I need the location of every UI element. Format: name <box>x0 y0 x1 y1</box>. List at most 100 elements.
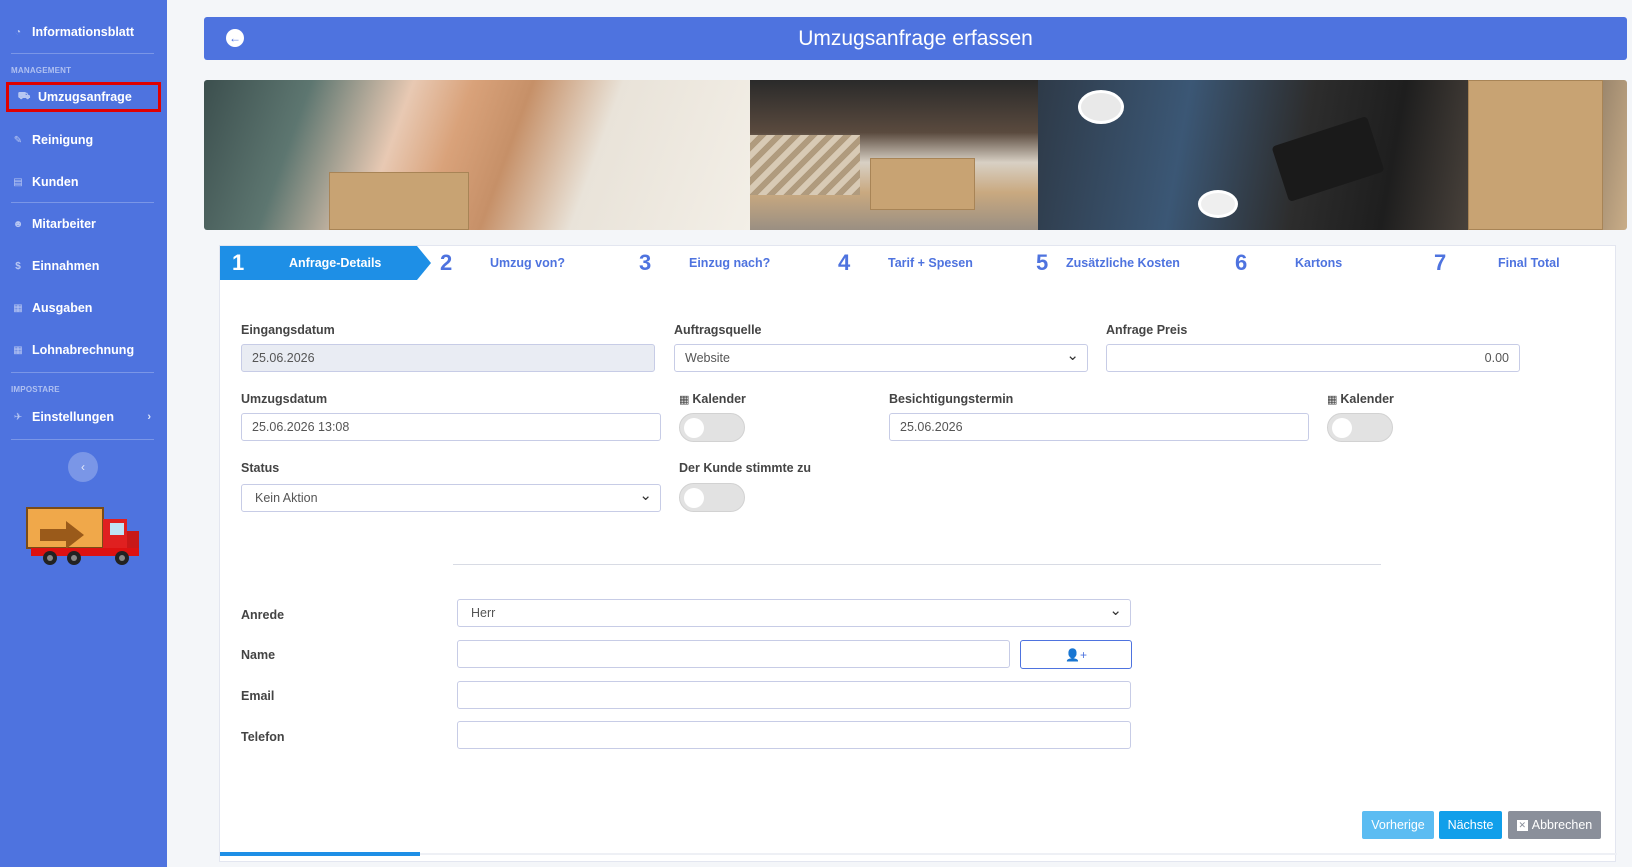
banner-photo-woman-with-box <box>204 80 750 230</box>
cancel-button[interactable]: ✕ Abbrechen <box>1508 811 1601 839</box>
chevron-left-icon: ‹ <box>81 460 85 474</box>
page-header: ← Umzugsanfrage erfassen <box>204 17 1627 60</box>
anfrage-preis-input[interactable]: 0.00 <box>1106 344 1520 372</box>
anrede-select[interactable]: Herr <box>457 599 1131 627</box>
eingangsdatum-label: Eingangsdatum <box>241 323 335 337</box>
auftragsquelle-value: Website <box>685 351 730 365</box>
sidebar-item-umzugsanfrage[interactable]: ⛟ Umzugsanfrage <box>6 82 161 112</box>
progress-track <box>220 853 1617 855</box>
status-select[interactable]: Kein Aktion <box>241 484 661 512</box>
sidebar-item-label: Einnahmen <box>32 259 100 273</box>
page-title: Umzugsanfrage erfassen <box>798 26 1033 50</box>
step-anfrage-details[interactable]: 1 Anfrage-Details <box>220 246 431 280</box>
sidebar-item-einstellungen[interactable]: ✈ Einstellungen › <box>0 402 167 432</box>
address-book-icon: ▤ <box>13 176 23 188</box>
close-square-icon: ✕ <box>1516 819 1528 831</box>
add-customer-button[interactable]: 👤+ <box>1020 640 1132 669</box>
calendar-icon: ▦ <box>1327 394 1338 406</box>
previous-button[interactable]: Vorherige <box>1362 811 1434 839</box>
sidebar-item-label: Einstellungen <box>32 410 114 424</box>
step-number: 4 <box>838 250 851 275</box>
anfrage-preis-label: Anfrage Preis <box>1106 323 1188 337</box>
umzugsdatum-kalender-toggle[interactable] <box>679 413 745 442</box>
step-label: Umzug von? <box>490 256 565 270</box>
sidebar-item-label: Lohnabrechnung <box>32 343 135 357</box>
step-label: Anfrage-Details <box>289 256 382 270</box>
sidebar-heading-management: MANAGEMENT <box>11 66 72 75</box>
step-einzug-nach[interactable]: 3 Einzug nach? <box>639 246 819 280</box>
wizard-progress-bar <box>220 852 420 856</box>
eingangsdatum-field[interactable]: 25.06.2026 <box>241 344 655 372</box>
back-arrow-icon[interactable]: ← <box>226 29 244 47</box>
sidebar-divider <box>11 53 154 54</box>
next-button[interactable]: Nächste <box>1439 811 1502 839</box>
wizard-steps: 1 Anfrage-Details 2 Umzug von? 3 Einzug … <box>220 246 1617 280</box>
besichtigungstermin-label: Besichtigungstermin <box>889 392 1014 406</box>
auftragsquelle-label: Auftragsquelle <box>674 323 762 337</box>
users-icon: ☻ <box>12 218 24 230</box>
step-label: Tarif + Spesen <box>888 256 973 270</box>
email-input[interactable] <box>457 681 1131 709</box>
banner-photo-packing <box>750 80 1038 230</box>
name-input[interactable] <box>457 640 1010 668</box>
sidebar-item-informationsblatt[interactable]: ◔ Informationsblatt <box>0 17 167 47</box>
form-divider <box>453 564 1381 565</box>
sidebar-item-einnahmen[interactable]: $ Einnahmen <box>0 251 167 281</box>
truck-icon: ⛟ <box>17 90 31 102</box>
broom-icon: ✎ <box>13 134 23 146</box>
step-umzug-von[interactable]: 2 Umzug von? <box>440 246 620 280</box>
step-number: 1 <box>232 250 245 275</box>
step-tarif-spesen[interactable]: 4 Tarif + Spesen <box>838 246 1018 280</box>
sidebar: ◔ Informationsblatt MANAGEMENT ⛟ Umzugsa… <box>0 0 167 867</box>
step-final-total[interactable]: 7 Final Total <box>1434 246 1614 280</box>
status-value: Kein Aktion <box>255 491 318 505</box>
step-number: 6 <box>1235 250 1248 275</box>
sidebar-item-ausgaben[interactable]: ▦ Ausgaben <box>0 293 167 323</box>
step-label: Final Total <box>1498 256 1560 270</box>
cancel-button-label: Abbrechen <box>1531 818 1593 832</box>
user-plus-icon: 👤+ <box>1065 647 1087 662</box>
sidebar-item-label: Umzugsanfrage <box>38 90 132 104</box>
name-label: Name <box>241 648 276 662</box>
step-kartons[interactable]: 6 Kartons <box>1235 246 1415 280</box>
request-form-card: 1 Anfrage-Details 2 Umzug von? 3 Einzug … <box>219 245 1617 862</box>
wrench-icon: ✈ <box>13 411 23 423</box>
banner-photo-couple-coffee <box>1038 80 1627 230</box>
money-icon: ▦ <box>13 302 23 314</box>
sidebar-heading-settings: IMPOSTARE <box>11 385 60 394</box>
step-number: 7 <box>1434 250 1447 275</box>
step-label: Zusätzliche Kosten <box>1066 256 1180 270</box>
sidebar-item-reinigung[interactable]: ✎ Reinigung <box>0 125 167 155</box>
anrede-value: Herr <box>471 606 496 620</box>
umzugsdatum-label: Umzugsdatum <box>241 392 328 406</box>
kalender-label: ▦ Kalender <box>679 392 746 406</box>
sidebar-item-label: Ausgaben <box>32 301 93 315</box>
sidebar-collapse-button[interactable]: ‹ <box>68 452 98 482</box>
step-number: 2 <box>440 250 453 275</box>
step-zusaetzliche-kosten[interactable]: 5 Zusätzliche Kosten <box>1036 246 1226 280</box>
sidebar-item-label: Informationsblatt <box>32 25 135 39</box>
money-icon: ▦ <box>13 344 23 356</box>
sidebar-divider <box>11 439 154 440</box>
anrede-label: Anrede <box>241 608 285 622</box>
telefon-input[interactable] <box>457 721 1131 749</box>
sidebar-item-lohnabrechnung[interactable]: ▦ Lohnabrechnung <box>0 335 167 365</box>
step-label: Kartons <box>1295 256 1343 270</box>
sidebar-divider <box>11 202 154 203</box>
umzugsdatum-input[interactable]: 25.06.2026 13:08 <box>241 413 661 441</box>
besichtigung-kalender-toggle[interactable] <box>1327 413 1393 442</box>
auftragsquelle-select[interactable]: Website <box>674 344 1088 372</box>
truck-logo <box>26 507 139 565</box>
sidebar-item-mitarbeiter[interactable]: ☻ Mitarbeiter <box>0 209 167 239</box>
sidebar-divider <box>11 372 154 373</box>
kunde-zustimmung-toggle[interactable] <box>679 483 745 512</box>
status-label: Status <box>241 461 280 475</box>
sidebar-item-label: Mitarbeiter <box>32 217 96 231</box>
chevron-right-icon: › <box>147 411 151 423</box>
calendar-icon: ▦ <box>679 394 690 406</box>
step-number: 3 <box>639 250 652 275</box>
kalender-label: ▦ Kalender <box>1327 392 1394 406</box>
sidebar-item-kunden[interactable]: ▤ Kunden <box>0 167 167 197</box>
dollar-icon: $ <box>15 260 21 272</box>
besichtigungstermin-input[interactable]: 25.06.2026 <box>889 413 1309 441</box>
